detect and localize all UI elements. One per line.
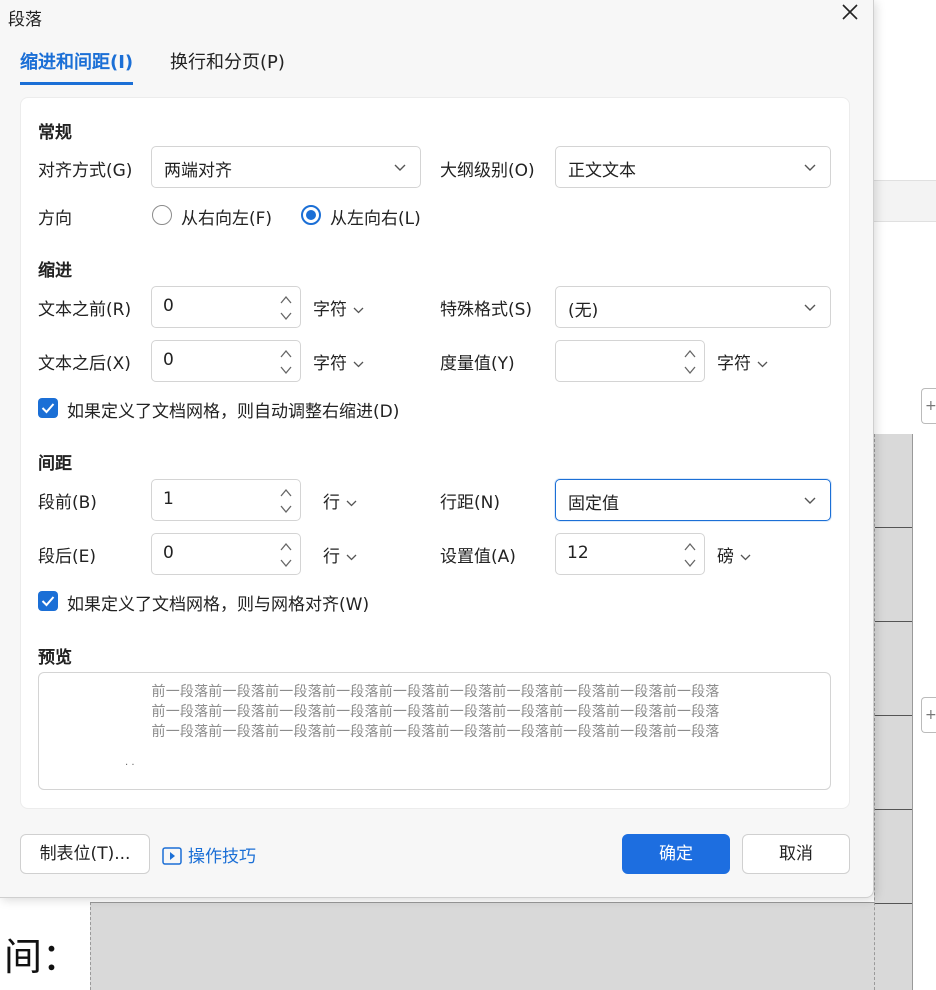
special-format-label: 特殊格式(S) xyxy=(440,300,533,320)
outline-level-value: 正文文本 xyxy=(568,161,636,181)
space-after-unit: 行 xyxy=(323,547,340,567)
document-table-area xyxy=(874,434,913,990)
special-format-value: (无) xyxy=(568,301,599,321)
indent-before-stepper[interactable]: 0 xyxy=(151,286,301,328)
stepper-arrows-icon[interactable] xyxy=(280,347,292,377)
chevron-down-icon xyxy=(346,500,357,507)
stepper-arrows-icon[interactable] xyxy=(280,293,292,323)
preview-current-paragraph: . . xyxy=(125,757,135,768)
space-before-stepper[interactable]: 1 xyxy=(151,479,301,521)
line-spacing-select[interactable]: 固定值 xyxy=(555,479,831,521)
indent-grid-checkbox-label[interactable]: 如果定义了文档网格，则自动调整右缩进(D) xyxy=(67,397,399,422)
tips-link[interactable]: 操作技巧 xyxy=(162,842,256,867)
document-text: 间： xyxy=(4,935,81,979)
chevron-down-icon xyxy=(804,497,816,504)
side-expand-button[interactable]: + xyxy=(921,388,936,424)
indent-before-label: 文本之前(R) xyxy=(38,300,132,320)
ok-button[interactable]: 确定 xyxy=(622,834,730,874)
space-before-value[interactable]: 1 xyxy=(163,489,174,509)
ltr-radio[interactable] xyxy=(301,205,321,225)
tips-link-label: 操作技巧 xyxy=(188,847,256,867)
indent-after-label: 文本之后(X) xyxy=(38,354,131,374)
alignment-label: 对齐方式(G) xyxy=(38,161,133,181)
measure-unit: 字符 xyxy=(717,354,751,374)
preview-area: 前一段落前一段落前一段落前一段落前一段落前一段落前一段落前一段落前一段落前一段落… xyxy=(38,672,831,790)
outline-level-label: 大纲级别(O) xyxy=(440,161,535,181)
setting-value-unit-dropdown[interactable]: 磅 xyxy=(717,542,751,567)
alignment-value: 两端对齐 xyxy=(164,161,232,181)
rtl-radio[interactable] xyxy=(152,205,172,225)
cancel-button[interactable]: 取消 xyxy=(742,834,850,874)
outline-level-select[interactable]: 正文文本 xyxy=(555,146,831,188)
space-after-value[interactable]: 0 xyxy=(163,543,174,563)
space-after-unit-dropdown[interactable]: 行 xyxy=(323,542,357,567)
measure-label: 度量值(Y) xyxy=(440,354,515,374)
chevron-down-icon xyxy=(740,554,751,561)
setting-value-stepper[interactable]: 12 xyxy=(555,533,705,575)
space-before-unit: 行 xyxy=(323,493,340,513)
stepper-arrows-icon[interactable] xyxy=(280,540,292,570)
close-button[interactable] xyxy=(836,2,864,30)
space-before-label: 段前(B) xyxy=(38,493,97,513)
setting-value-unit: 磅 xyxy=(717,547,734,567)
stepper-arrows-icon[interactable] xyxy=(684,540,696,570)
tab-line-page-breaks[interactable]: 换行和分页(P) xyxy=(170,48,285,82)
checkmark-icon xyxy=(41,403,55,414)
indent-after-value[interactable]: 0 xyxy=(163,350,174,370)
alignment-select[interactable]: 两端对齐 xyxy=(151,146,421,188)
document-table-cell xyxy=(90,902,874,990)
chevron-down-icon xyxy=(757,361,768,368)
play-video-icon xyxy=(162,847,182,865)
paragraph-dialog: 段落 缩进和间距(I) 换行和分页(P) 常规 对齐方式(G) 两端对齐 大纲级… xyxy=(0,0,874,898)
spacing-grid-checkbox[interactable] xyxy=(38,591,58,611)
preview-line: 前一段落前一段落前一段落前一段落前一段落前一段落前一段落前一段落前一段落前一段落 xyxy=(151,704,720,720)
indent-grid-checkbox[interactable] xyxy=(38,398,58,418)
special-format-select[interactable]: (无) xyxy=(555,286,831,328)
section-preview-heading: 预览 xyxy=(38,648,72,668)
stepper-arrows-icon[interactable] xyxy=(684,347,696,377)
ltr-radio-label[interactable]: 从左向右(L) xyxy=(330,204,421,229)
chevron-down-icon xyxy=(353,361,364,368)
tab-indent-spacing[interactable]: 缩进和间距(I) xyxy=(20,48,134,85)
stepper-arrows-icon[interactable] xyxy=(280,486,292,516)
line-spacing-label: 行距(N) xyxy=(440,493,500,513)
checkmark-icon xyxy=(41,596,55,607)
document-toolbar-area xyxy=(874,0,936,180)
section-spacing-heading: 间距 xyxy=(38,454,72,474)
close-icon xyxy=(842,4,858,20)
preview-line: 前一段落前一段落前一段落前一段落前一段落前一段落前一段落前一段落前一段落前一段落 xyxy=(151,684,720,700)
rtl-radio-label[interactable]: 从右向左(F) xyxy=(181,204,272,229)
space-before-unit-dropdown[interactable]: 行 xyxy=(323,488,357,513)
section-indent-heading: 缩进 xyxy=(38,261,72,281)
direction-label: 方向 xyxy=(38,209,72,229)
chevron-down-icon xyxy=(346,554,357,561)
document-ruler-strip xyxy=(874,180,936,222)
indent-before-unit: 字符 xyxy=(313,300,347,320)
indent-before-value[interactable]: 0 xyxy=(163,296,174,316)
indent-after-stepper[interactable]: 0 xyxy=(151,340,301,382)
section-general-heading: 常规 xyxy=(38,123,72,143)
dialog-title: 段落 xyxy=(8,10,42,30)
indent-after-unit: 字符 xyxy=(313,354,347,374)
side-expand-button[interactable]: + xyxy=(921,697,936,733)
tab-stops-button[interactable]: 制表位(T)... xyxy=(20,834,150,874)
measure-stepper[interactable] xyxy=(555,340,705,382)
indent-before-unit-dropdown[interactable]: 字符 xyxy=(313,295,364,320)
preview-line: 前一段落前一段落前一段落前一段落前一段落前一段落前一段落前一段落前一段落前一段落 xyxy=(151,724,720,740)
chevron-down-icon xyxy=(353,307,364,314)
setting-value-value[interactable]: 12 xyxy=(567,543,589,563)
indent-after-unit-dropdown[interactable]: 字符 xyxy=(313,349,364,374)
measure-unit-dropdown[interactable]: 字符 xyxy=(717,349,768,374)
setting-value-label: 设置值(A) xyxy=(440,547,516,567)
chevron-down-icon xyxy=(804,164,816,171)
document-table-border xyxy=(912,434,913,990)
space-after-label: 段后(E) xyxy=(38,547,97,567)
chevron-down-icon xyxy=(804,304,816,311)
spacing-grid-checkbox-label[interactable]: 如果定义了文档网格，则与网格对齐(W) xyxy=(67,590,369,615)
line-spacing-value: 固定值 xyxy=(568,494,619,514)
chevron-down-icon xyxy=(394,164,406,171)
space-after-stepper[interactable]: 0 xyxy=(151,533,301,575)
